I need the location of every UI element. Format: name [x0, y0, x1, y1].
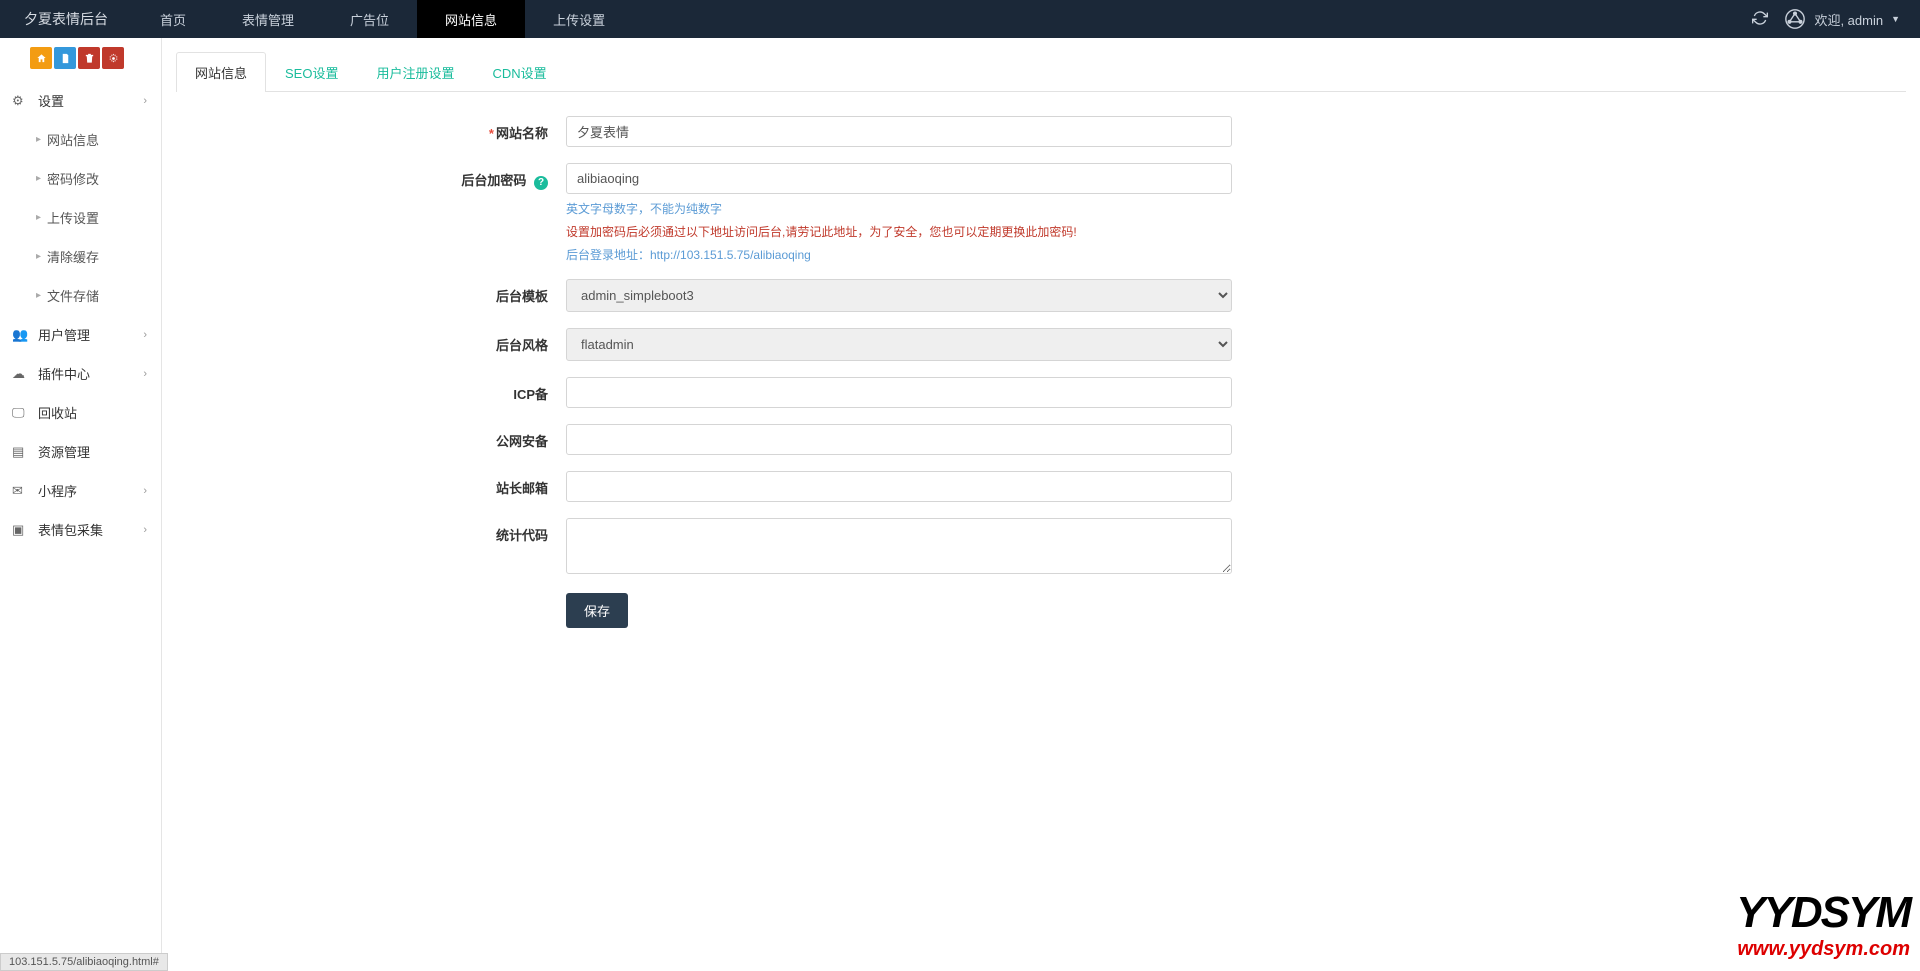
save-button[interactable]: 保存: [566, 593, 628, 628]
site-form: *网站名称 后台加密码 ? 英文字母数字，不能为纯数字 设置加密码后必须通过以下…: [176, 92, 1906, 668]
label-icp: ICP备: [176, 377, 566, 403]
tab-siteinfo[interactable]: 网站信息: [176, 52, 266, 92]
quick-buttons: [0, 44, 161, 75]
sidebar-sub-password[interactable]: 密码修改: [20, 159, 161, 198]
content-area: 网站信息 SEO设置 用户注册设置 CDN设置 *网站名称 后台加密码 ? 英文…: [162, 38, 1920, 953]
sidebar-item-recycle[interactable]: 🖵 回收站: [0, 393, 161, 432]
sidebar-item-label: 回收站: [38, 403, 77, 422]
sidebar-item-label: 小程序: [38, 481, 77, 500]
input-email[interactable]: [566, 471, 1232, 502]
label-stats: 统计代码: [176, 518, 566, 544]
textarea-stats[interactable]: [566, 518, 1232, 574]
user-welcome: 欢迎, admin: [1814, 10, 1883, 29]
quick-gear-button[interactable]: [102, 47, 124, 69]
sidebar-item-collect[interactable]: ▣ 表情包采集 ›: [0, 510, 161, 549]
chevron-right-icon: ›: [143, 485, 147, 497]
hint-admincode-3: 后台登录地址：http://103.151.5.75/alibiaoqing: [566, 246, 1232, 263]
chevron-right-icon: ›: [143, 329, 147, 341]
label-police: 公网安备: [176, 424, 566, 450]
sidebar-item-label: 资源管理: [38, 442, 90, 461]
cloud-icon: ☁: [12, 366, 30, 382]
share-icon: [1784, 8, 1806, 30]
select-template[interactable]: admin_simpleboot3: [566, 279, 1232, 312]
wechat-icon: ✉: [12, 483, 30, 499]
input-sitename[interactable]: [566, 116, 1232, 147]
label-template: 后台模板: [176, 279, 566, 305]
nav-ads[interactable]: 广告位: [322, 0, 417, 38]
chevron-right-icon: ›: [143, 368, 147, 380]
content-tabs: 网站信息 SEO设置 用户注册设置 CDN设置: [176, 52, 1906, 92]
label-style: 后台风格: [176, 328, 566, 354]
sidebar-item-label: 设置: [38, 91, 64, 110]
quick-home-button[interactable]: [30, 47, 52, 69]
monitor-icon: 🖵: [12, 405, 30, 421]
sidebar-sub-storage[interactable]: 文件存储: [20, 276, 161, 315]
input-icp[interactable]: [566, 377, 1232, 408]
chevron-right-icon: ›: [143, 95, 147, 107]
nav-siteinfo[interactable]: 网站信息: [417, 0, 525, 38]
nav-upload[interactable]: 上传设置: [525, 0, 633, 38]
caret-down-icon: ▼: [1891, 14, 1900, 24]
input-police[interactable]: [566, 424, 1232, 455]
sidebar-item-users[interactable]: 👥 用户管理 ›: [0, 315, 161, 354]
help-icon[interactable]: ?: [534, 176, 548, 190]
nav-home[interactable]: 首页: [132, 0, 214, 38]
status-bar: 103.151.5.75/alibiaoqing.html#: [0, 953, 168, 971]
sidebar-item-label: 用户管理: [38, 325, 90, 344]
tab-register[interactable]: 用户注册设置: [357, 52, 473, 92]
topbar: 夕夏表情后台 首页 表情管理 广告位 网站信息 上传设置 欢迎, admin ▼: [0, 0, 1920, 38]
hint-admincode-1: 英文字母数字，不能为纯数字: [566, 200, 1232, 217]
user-menu[interactable]: 欢迎, admin ▼: [1784, 8, 1900, 30]
sidebar-item-resources[interactable]: ▤ 资源管理: [0, 432, 161, 471]
gear-icon: ⚙: [12, 93, 30, 109]
sidebar: ⚙ 设置 › 网站信息 密码修改 上传设置 清除缓存 文件存储 👥 用户管理 ›…: [0, 38, 162, 953]
sidebar-sub-cache[interactable]: 清除缓存: [20, 237, 161, 276]
quick-doc-button[interactable]: [54, 47, 76, 69]
chevron-right-icon: ›: [143, 524, 147, 536]
sidebar-item-miniapp[interactable]: ✉ 小程序 ›: [0, 471, 161, 510]
sidebar-sub-upload[interactable]: 上传设置: [20, 198, 161, 237]
label-admincode: 后台加密码 ?: [176, 163, 566, 190]
top-nav: 首页 表情管理 广告位 网站信息 上传设置: [132, 0, 633, 38]
tab-cdn[interactable]: CDN设置: [474, 52, 566, 92]
sidebar-item-plugins[interactable]: ☁ 插件中心 ›: [0, 354, 161, 393]
sidebar-item-settings[interactable]: ⚙ 设置 ›: [0, 81, 161, 120]
refresh-icon[interactable]: [1752, 10, 1768, 29]
users-icon: 👥: [12, 327, 30, 343]
sidebar-menu: ⚙ 设置 › 网站信息 密码修改 上传设置 清除缓存 文件存储 👥 用户管理 ›…: [0, 81, 161, 549]
quick-trash-button[interactable]: [78, 47, 100, 69]
image-icon: ▣: [12, 522, 30, 538]
brand-title: 夕夏表情后台: [0, 9, 132, 29]
label-email: 站长邮箱: [176, 471, 566, 497]
hint-admincode-2: 设置加密码后必须通过以下地址访问后台,请劳记此地址，为了安全，您也可以定期更换此…: [566, 223, 1232, 240]
sidebar-sub-siteinfo[interactable]: 网站信息: [20, 120, 161, 159]
file-icon: ▤: [12, 444, 30, 460]
input-admincode[interactable]: [566, 163, 1232, 194]
nav-emotes[interactable]: 表情管理: [214, 0, 322, 38]
sidebar-item-label: 表情包采集: [38, 520, 103, 539]
tab-seo[interactable]: SEO设置: [266, 52, 357, 92]
sidebar-item-label: 插件中心: [38, 364, 90, 383]
select-style[interactable]: flatadmin: [566, 328, 1232, 361]
label-sitename: *网站名称: [176, 116, 566, 142]
